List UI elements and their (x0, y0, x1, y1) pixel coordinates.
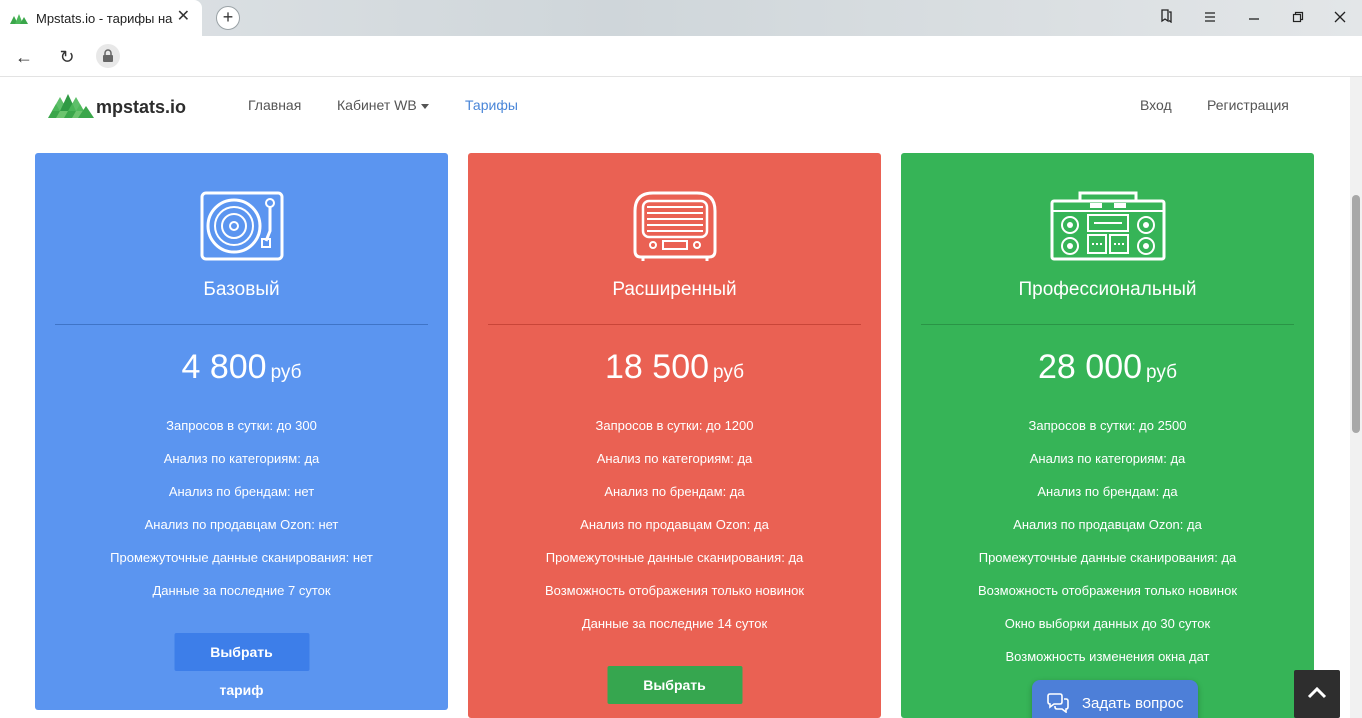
nav-cabinet-wb[interactable]: Кабинет WB (337, 97, 429, 113)
feature-item: Запросов в сутки: до 2500 (1028, 418, 1187, 433)
scroll-to-top-button[interactable] (1294, 670, 1340, 718)
price-amount: 4 800 (181, 348, 267, 386)
chat-bubbles-icon (1047, 693, 1069, 713)
select-plan-button[interactable]: Выбрать тариф (607, 666, 742, 718)
plan-card-basic: Базовый 4 800 руб Запросов в сутки: до 30… (35, 153, 448, 710)
browser-tab-bar: Mpstats.io - тарифы на ✕ + (0, 0, 1362, 36)
boombox-icon (1050, 191, 1165, 261)
feature-item: Возможность изменения окна дат (1005, 649, 1210, 664)
feature-item: Запросов в сутки: до 300 (166, 418, 317, 433)
feature-item: Запросов в сутки: до 1200 (595, 418, 754, 433)
ask-question-label: Задать вопрос (1082, 694, 1184, 712)
reload-button[interactable]: ↻ (56, 46, 78, 68)
feature-item: Анализ по категориям: да (163, 451, 320, 466)
chevron-up-icon (1307, 687, 1327, 699)
minimize-icon[interactable] (1244, 8, 1264, 28)
site-header: mpstats.io Главная Кабинет WB Тарифы Вхо… (0, 77, 1350, 137)
feature-item: Анализ по категориям: да (596, 451, 753, 466)
address-bar: ← ↻ (0, 36, 1362, 77)
card-divider (921, 324, 1294, 325)
price-unit: руб (1146, 362, 1177, 383)
card-divider (55, 324, 428, 325)
nav-tariffs[interactable]: Тарифы (465, 97, 518, 113)
restore-icon[interactable] (1288, 8, 1308, 28)
price-amount: 28 000 (1038, 348, 1143, 386)
feature-list: Запросов в сутки: до 300 Анализ по катег… (35, 417, 448, 615)
nav-cabinet-label: Кабинет WB (337, 97, 417, 113)
feature-item: Промежуточные данные сканирования: нет (110, 550, 373, 565)
plan-card-professional: Профессиональный 28 000 руб Запросов в су… (901, 153, 1314, 718)
feature-item: Анализ по брендам: да (604, 484, 745, 499)
feature-item: Данные за последние 7 суток (152, 583, 331, 598)
feature-list: Запросов в сутки: до 2500 Анализ по кате… (901, 417, 1314, 681)
tab-title: Mpstats.io - тарифы на (36, 10, 173, 26)
feature-item: Анализ по продавцам Ozon: да (580, 517, 769, 532)
feature-item: Промежуточные данные сканирования: да (545, 550, 804, 565)
price-amount: 18 500 (605, 348, 710, 386)
price-unit: руб (270, 362, 302, 383)
mpstats-favicon-icon (10, 14, 28, 24)
scrollbar-thumb[interactable] (1352, 195, 1360, 433)
menu-icon[interactable] (1200, 8, 1220, 28)
price-unit: руб (713, 362, 744, 383)
nav-login[interactable]: Вход (1140, 97, 1172, 113)
feature-item: Возможность отображения только новинок (977, 583, 1238, 598)
site-logo[interactable]: mpstats.io (48, 91, 186, 118)
nav-home[interactable]: Главная (248, 97, 301, 113)
tab-close-icon[interactable]: ✕ (177, 9, 190, 25)
plan-title: Расширенный (612, 279, 737, 300)
back-button[interactable]: ← (13, 46, 35, 68)
plan-title: Базовый (203, 279, 280, 300)
feature-list: Запросов в сутки: до 1200 Анализ по кате… (468, 417, 881, 648)
feature-item: Анализ по брендам: да (1037, 484, 1178, 499)
feature-item: Окно выборки данных до 30 суток (1004, 616, 1211, 631)
nav-register[interactable]: Регистрация (1207, 97, 1289, 113)
radio-icon (633, 191, 716, 261)
chevron-down-icon (420, 103, 429, 109)
ask-question-button[interactable]: Задать вопрос (1032, 680, 1198, 718)
plan-card-extended: Расширенный 18 500 руб Запросов в сутки: … (468, 153, 881, 718)
feature-item: Возможность отображения только новинок (544, 583, 805, 598)
logo-triangles-icon (48, 93, 94, 118)
plan-price: 4 800 руб (35, 348, 448, 387)
lock-icon[interactable] (96, 44, 120, 68)
feature-item: Анализ по брендам: нет (168, 484, 315, 499)
select-plan-button[interactable]: Выбрать тариф (174, 633, 309, 698)
plan-title: Профессиональный (1018, 279, 1197, 300)
turntable-icon (200, 191, 283, 261)
feature-item: Анализ по продавцам Ozon: нет (144, 517, 339, 532)
plan-price: 18 500 руб (468, 348, 881, 387)
close-window-icon[interactable] (1330, 8, 1350, 28)
feature-item: Анализ по категориям: да (1029, 451, 1186, 466)
new-tab-button[interactable]: + (216, 6, 240, 30)
card-divider (488, 324, 861, 325)
feature-item: Данные за последние 14 суток (581, 616, 768, 631)
plan-price: 28 000 руб (901, 348, 1314, 387)
logo-text: mpstats.io (96, 97, 187, 117)
feature-item: Промежуточные данные сканирования: да (978, 550, 1237, 565)
bookmarks-icon[interactable] (1156, 8, 1176, 28)
feature-item: Анализ по продавцам Ozon: да (1013, 517, 1202, 532)
browser-tab[interactable]: Mpstats.io - тарифы на ✕ (0, 0, 202, 36)
page-scrollbar[interactable] (1350, 77, 1362, 718)
